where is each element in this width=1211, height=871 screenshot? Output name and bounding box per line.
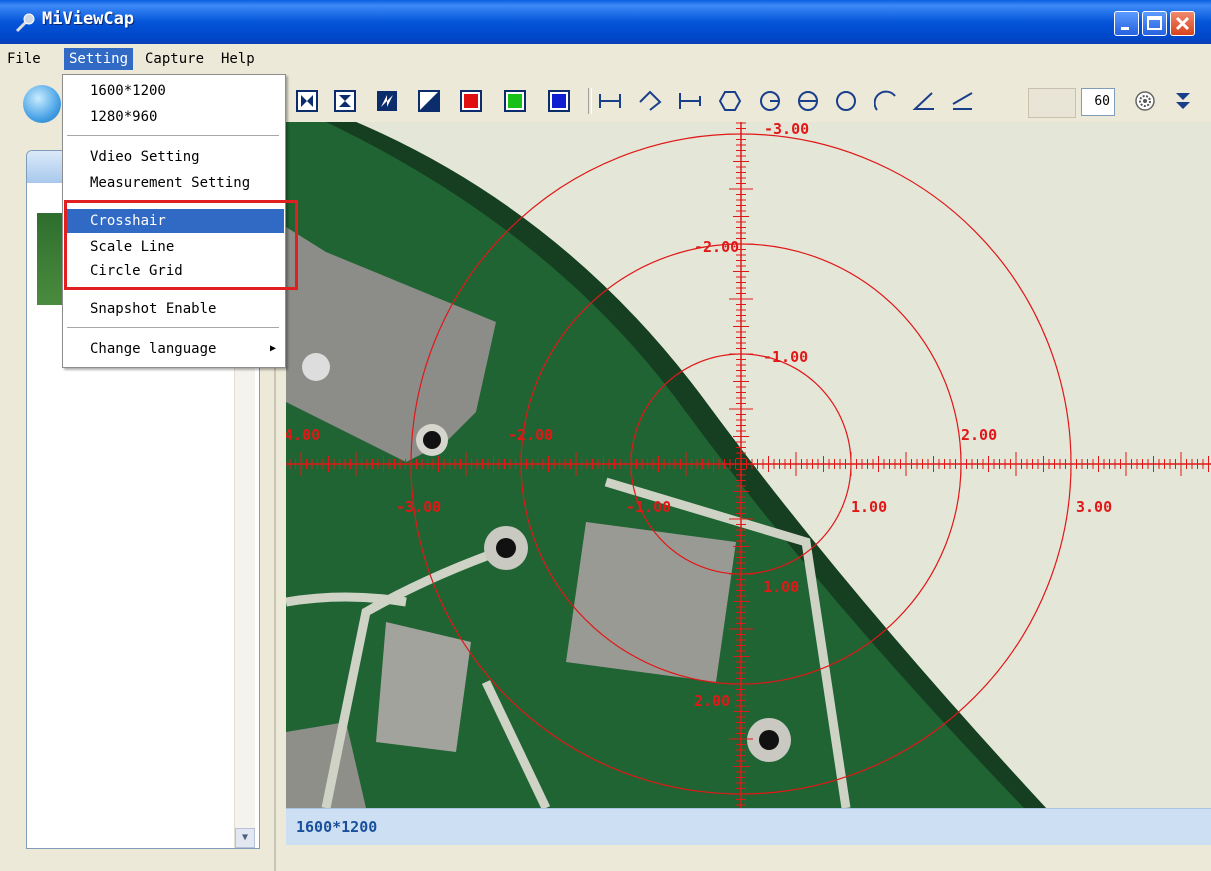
scroll-down-icon[interactable]: ▼ [235,828,255,848]
menu-setting[interactable]: Setting [64,48,134,70]
menu-bar: File Setting Capture Help [0,44,1211,74]
title-bar: MiViewCap [0,0,1211,44]
overlay-label: 1.00 [851,498,887,516]
center-icon[interactable] [334,90,356,112]
menu-item-label: Change language [90,341,217,357]
overlay-label: -2.00 [694,238,739,256]
overlay-label: -1.00 [763,348,808,366]
red-color-icon[interactable] [460,90,482,112]
toolbar-separator [588,88,592,114]
circle-center-icon[interactable] [758,90,780,112]
menu-file[interactable]: File [2,48,46,70]
overlay-label: 1.00 [763,578,799,596]
overlay-label: 3.00 [1076,498,1112,516]
camera-view[interactable]: -3.00 -2.00 -1.00 4.00 -2.00 2.00 -3.00 … [286,122,1211,808]
overlay-label: 2.00 [961,426,997,444]
minimize-button[interactable] [1114,11,1139,36]
overlay-label: -2.00 [508,426,553,444]
circle-three-point-icon[interactable] [834,90,856,112]
color-swatch[interactable] [1028,88,1076,118]
angle-two-line-icon[interactable] [950,90,973,112]
overlay-label: -3.00 [396,498,441,516]
overlay-label: -3.00 [764,122,809,138]
maximize-button[interactable] [1142,11,1167,36]
menu-capture[interactable]: Capture [140,48,209,70]
expand-icon[interactable] [1172,90,1194,112]
camera-image: -3.00 -2.00 -1.00 4.00 -2.00 2.00 -3.00 … [286,122,1211,808]
menu-item-1280[interactable]: 1280*960 [64,105,284,129]
fit-window-icon[interactable] [296,90,318,112]
perpendicular-icon[interactable] [678,90,701,112]
circle-diameter-icon[interactable] [796,90,818,112]
menu-item-measurement-setting[interactable]: Measurement Setting [64,171,284,195]
menu-separator [67,327,279,328]
snapshot-thumbnail[interactable] [37,213,65,305]
close-button[interactable] [1170,11,1195,36]
settings-icon[interactable] [1134,90,1156,112]
polyline-icon[interactable] [638,90,662,112]
submenu-arrow-icon: ▶ [269,343,276,354]
menu-item-1600[interactable]: 1600*1200 [64,79,284,103]
overlay-label: 2.00 [694,692,730,710]
window-title: MiViewCap [42,9,135,29]
toolbar: 60 [286,80,1211,122]
line-width-input[interactable]: 60 [1081,88,1115,116]
flip-icon[interactable] [376,90,398,112]
menu-item-snapshot-enable[interactable]: Snapshot Enable [64,297,284,321]
camera-icon[interactable] [23,85,61,123]
app-icon [15,13,35,33]
polygon-icon[interactable] [718,90,742,112]
menu-help[interactable]: Help [216,48,260,70]
angle-icon[interactable] [912,90,934,112]
blue-color-icon[interactable] [548,90,570,112]
menu-item-video-setting[interactable]: Vdieo Setting [64,145,284,169]
green-color-icon[interactable] [504,90,526,112]
arc-icon[interactable] [874,90,896,112]
line-measure-icon[interactable] [598,90,621,112]
highlight-box [64,200,298,290]
menu-separator [67,135,279,136]
contrast-icon[interactable] [418,90,440,112]
overlay-label: 4.00 [286,426,320,444]
resolution-status: 1600*1200 [296,818,378,836]
menu-item-change-language[interactable]: Change language ▶ [64,337,284,361]
overlay-label: -1.00 [626,498,671,516]
status-bar: 1600*1200 [286,808,1211,845]
